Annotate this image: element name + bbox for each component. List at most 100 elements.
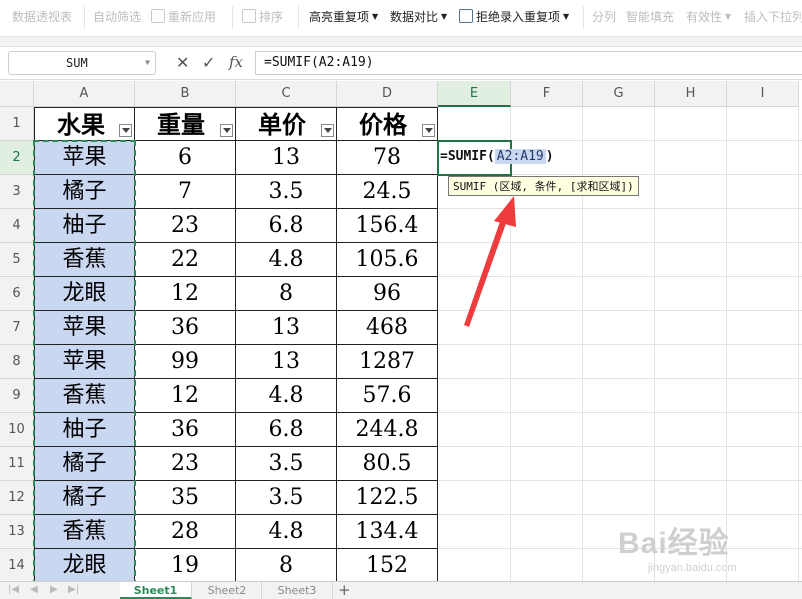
table-cell[interactable]: 3.5 — [236, 481, 337, 515]
table-cell[interactable]: 13 — [236, 141, 337, 175]
table-cell[interactable]: 香蕉 — [34, 243, 135, 277]
table-cell[interactable]: 苹果 — [34, 345, 135, 379]
table-header-cell[interactable]: 单价 — [236, 107, 337, 141]
table-cell[interactable]: 苹果 — [34, 311, 135, 345]
table-cell[interactable]: 3.5 — [236, 447, 337, 481]
table-cell[interactable]: 1287 — [337, 345, 438, 379]
table-cell[interactable]: 8 — [236, 277, 337, 311]
table-cell[interactable]: 13 — [236, 345, 337, 379]
table-cell[interactable]: 156.4 — [337, 209, 438, 243]
table-cell[interactable]: 柚子 — [34, 413, 135, 447]
cancel-icon[interactable]: ✕ — [176, 53, 189, 72]
table-cell[interactable]: 24.5 — [337, 175, 438, 209]
table-cell[interactable]: 36 — [135, 311, 236, 345]
highlight-duplicates-button[interactable]: 高亮重复项 ▼ — [309, 2, 378, 30]
column-header-g[interactable]: G — [583, 81, 655, 107]
table-cell[interactable]: 80.5 — [337, 447, 438, 481]
table-cell[interactable]: 57.6 — [337, 379, 438, 413]
table-cell[interactable]: 13 — [236, 311, 337, 345]
filter-dropdown-icon[interactable] — [422, 124, 435, 137]
name-box[interactable]: SUM ▼ — [8, 51, 156, 75]
table-cell[interactable]: 36 — [135, 413, 236, 447]
table-header-cell[interactable]: 水果 — [34, 107, 135, 141]
formula-input[interactable]: =SUMIF(A2:A19) — [255, 51, 802, 75]
tab-sheet1[interactable]: Sheet1 — [120, 582, 192, 599]
row-header-10[interactable]: 10 — [0, 413, 34, 447]
table-cell[interactable]: 28 — [135, 515, 236, 549]
sort-button[interactable]: 排序 — [242, 2, 283, 30]
row-header-12[interactable]: 12 — [0, 481, 34, 515]
next-sheet-icon[interactable]: ▶ — [50, 584, 58, 595]
table-cell[interactable]: 4.8 — [236, 379, 337, 413]
table-cell[interactable]: 19 — [135, 549, 236, 581]
add-sheet-icon[interactable]: + — [338, 581, 351, 599]
table-cell[interactable]: 99 — [135, 345, 236, 379]
table-cell[interactable]: 4.8 — [236, 243, 337, 277]
filter-dropdown-icon[interactable] — [220, 124, 233, 137]
row-header-14[interactable]: 14 — [0, 549, 34, 581]
table-cell[interactable]: 78 — [337, 141, 438, 175]
column-header-h[interactable]: H — [655, 81, 727, 107]
row-header-3[interactable]: 3 — [0, 175, 34, 209]
pivot-table-button[interactable]: 数据透视表 — [12, 2, 72, 30]
validation-button[interactable]: 有效性 ▼ — [686, 2, 731, 30]
table-cell[interactable]: 8 — [236, 549, 337, 581]
cell-formula-editor[interactable]: =SUMIF(A2:A19) — [440, 149, 554, 164]
select-all-corner[interactable] — [0, 81, 34, 107]
column-header-b[interactable]: B — [135, 81, 236, 107]
table-cell[interactable]: 152 — [337, 549, 438, 581]
table-cell[interactable]: 龙眼 — [34, 277, 135, 311]
column-header-a[interactable]: A — [34, 81, 135, 107]
table-cell[interactable]: 4.8 — [236, 515, 337, 549]
table-cell[interactable]: 橘子 — [34, 447, 135, 481]
table-cell[interactable]: 122.5 — [337, 481, 438, 515]
row-header-7[interactable]: 7 — [0, 311, 34, 345]
table-cell[interactable]: 12 — [135, 277, 236, 311]
prev-sheet-icon[interactable]: ◀ — [30, 584, 38, 595]
tab-sheet2[interactable]: Sheet2 — [193, 582, 262, 599]
table-cell[interactable]: 香蕉 — [34, 515, 135, 549]
tab-sheet3[interactable]: Sheet3 — [262, 582, 333, 599]
row-header-1[interactable]: 1 — [0, 107, 34, 141]
table-cell[interactable]: 96 — [337, 277, 438, 311]
chevron-down-icon[interactable]: ▼ — [145, 52, 150, 74]
table-cell[interactable]: 橘子 — [34, 481, 135, 515]
table-cell[interactable]: 3.5 — [236, 175, 337, 209]
insert-dropdown-button[interactable]: 插入下拉列 — [744, 2, 802, 30]
table-cell[interactable]: 23 — [135, 209, 236, 243]
split-column-button[interactable]: 分列 — [592, 2, 616, 30]
table-cell[interactable]: 35 — [135, 481, 236, 515]
column-header-d[interactable]: D — [337, 81, 438, 107]
row-header-13[interactable]: 13 — [0, 515, 34, 549]
spreadsheet-grid[interactable]: A B C D E F G H I 1 2 3 4 5 6 7 8 9 10 11 12 13 14 水果 重量 单价 价格 苹果 6 1… — [0, 81, 802, 581]
reapply-button[interactable]: 重新应用 — [151, 2, 216, 30]
last-sheet-icon[interactable]: ▶| — [68, 584, 79, 595]
first-sheet-icon[interactable]: |◀ — [8, 584, 19, 595]
row-header-2[interactable]: 2 — [0, 141, 34, 175]
table-cell[interactable]: 23 — [135, 447, 236, 481]
auto-filter-button[interactable]: 自动筛选 — [93, 2, 141, 30]
row-header-9[interactable]: 9 — [0, 379, 34, 413]
table-cell[interactable]: 468 — [337, 311, 438, 345]
table-cell[interactable]: 12 — [135, 379, 236, 413]
table-cell[interactable]: 香蕉 — [34, 379, 135, 413]
row-header-6[interactable]: 6 — [0, 277, 34, 311]
table-cell[interactable]: 龙眼 — [34, 549, 135, 581]
insert-function-icon[interactable]: fx — [229, 53, 243, 71]
filter-dropdown-icon[interactable] — [119, 124, 132, 137]
row-header-8[interactable]: 8 — [0, 345, 34, 379]
table-cell[interactable]: 6 — [135, 141, 236, 175]
row-header-4[interactable]: 4 — [0, 209, 34, 243]
table-cell[interactable]: 6.8 — [236, 209, 337, 243]
column-header-f[interactable]: F — [511, 81, 583, 107]
column-header-c[interactable]: C — [236, 81, 337, 107]
smart-fill-button[interactable]: 智能填充 — [626, 2, 674, 30]
row-header-5[interactable]: 5 — [0, 243, 34, 277]
data-compare-button[interactable]: 数据对比 ▼ — [390, 2, 447, 30]
reject-duplicates-button[interactable]: 拒绝录入重复项 ▼ — [459, 2, 569, 30]
table-cell[interactable]: 橘子 — [34, 175, 135, 209]
filter-dropdown-icon[interactable] — [321, 124, 334, 137]
row-header-11[interactable]: 11 — [0, 447, 34, 481]
column-header-e[interactable]: E — [438, 81, 511, 107]
table-header-cell[interactable]: 价格 — [337, 107, 438, 141]
